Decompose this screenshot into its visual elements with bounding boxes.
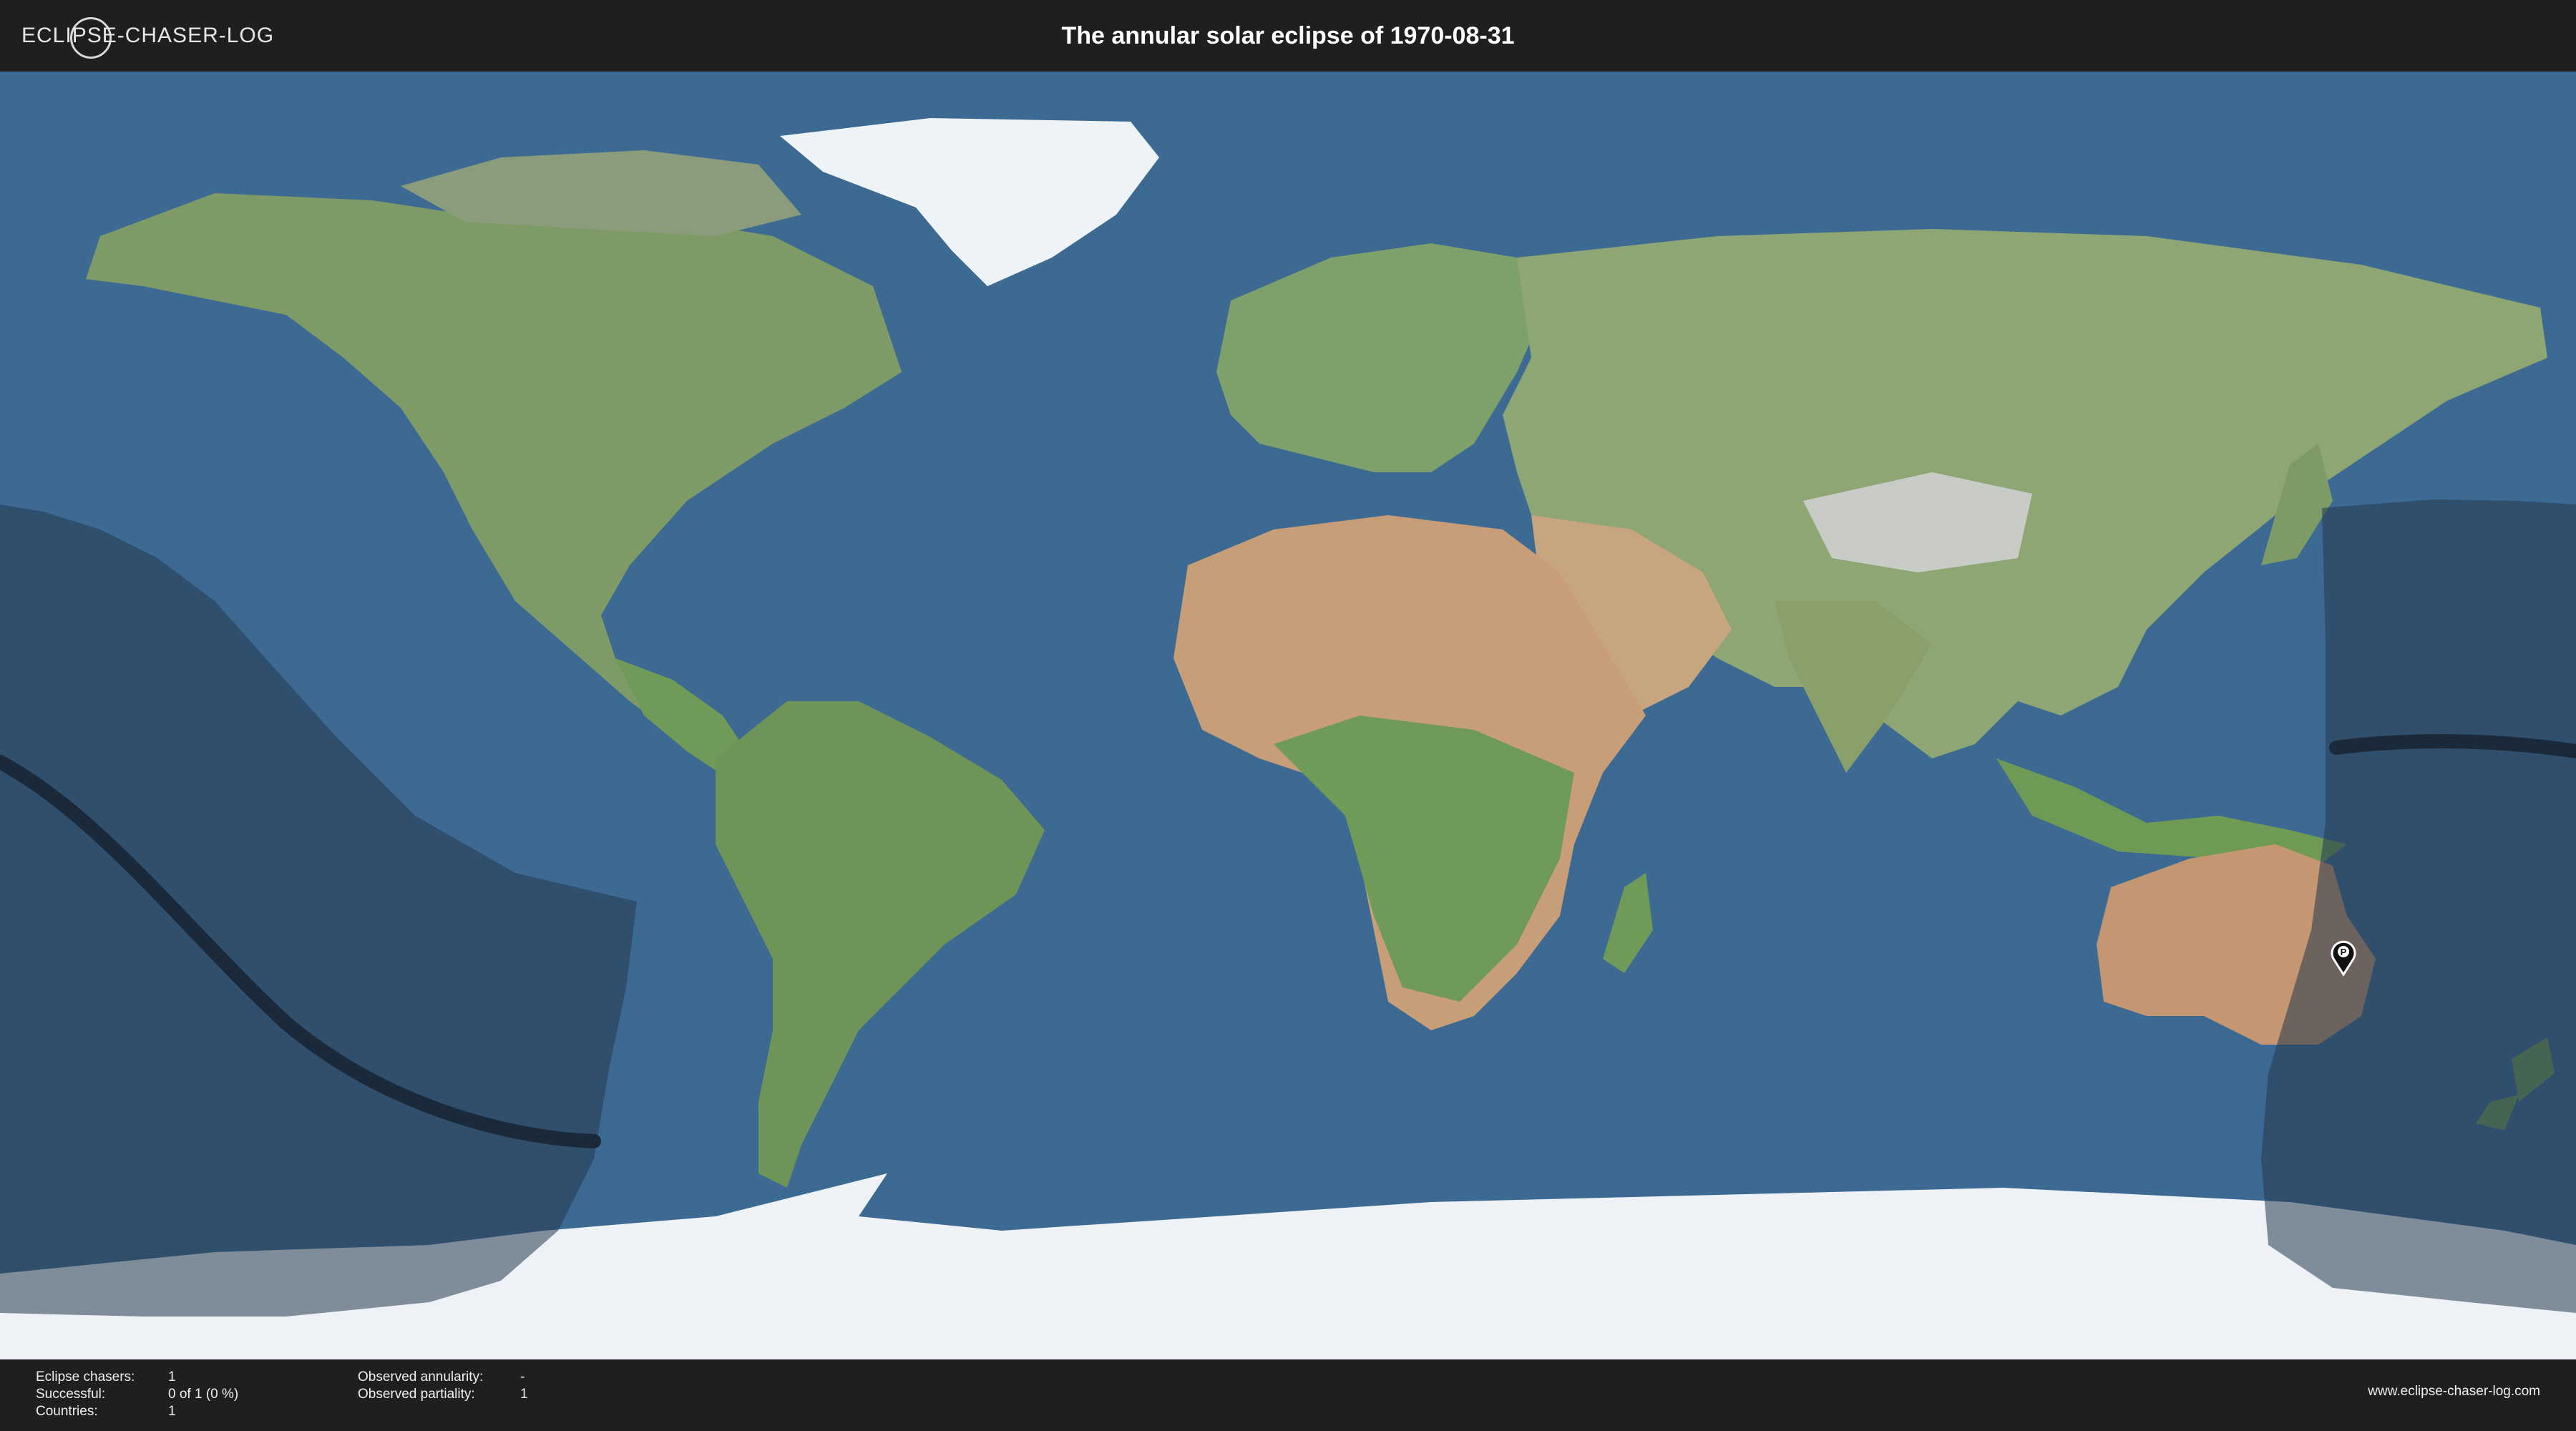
header-bar: ECLIPSE-CHASER-LOG The annular solar ecl… xyxy=(0,0,2576,72)
page-title: The annular solar eclipse of 1970-08-31 xyxy=(1061,22,1515,49)
stat-value-successful: 0 of 1 (0 %) xyxy=(168,1387,239,1402)
footer-bar: Eclipse chasers: 1 Successful: 0 of 1 (0… xyxy=(0,1359,2576,1431)
world-map: P xyxy=(0,72,2576,1359)
stat-label-eclipse-chasers: Eclipse chasers: xyxy=(36,1369,135,1384)
map-pin-label: P xyxy=(2341,947,2347,957)
stat-label-countries: Countries: xyxy=(36,1404,98,1419)
stat-label-successful: Successful: xyxy=(36,1387,106,1402)
stat-value-observed-annularity: - xyxy=(520,1369,525,1384)
stat-value-countries: 1 xyxy=(168,1404,176,1419)
website-link[interactable]: www.eclipse-chaser-log.com xyxy=(2368,1384,2540,1400)
stat-value-eclipse-chasers: 1 xyxy=(168,1369,176,1384)
stat-value-observed-partiality: 1 xyxy=(520,1387,528,1402)
stat-label-observed-partiality: Observed partiality: xyxy=(358,1387,475,1402)
stat-label-observed-annularity: Observed annularity: xyxy=(358,1369,484,1384)
